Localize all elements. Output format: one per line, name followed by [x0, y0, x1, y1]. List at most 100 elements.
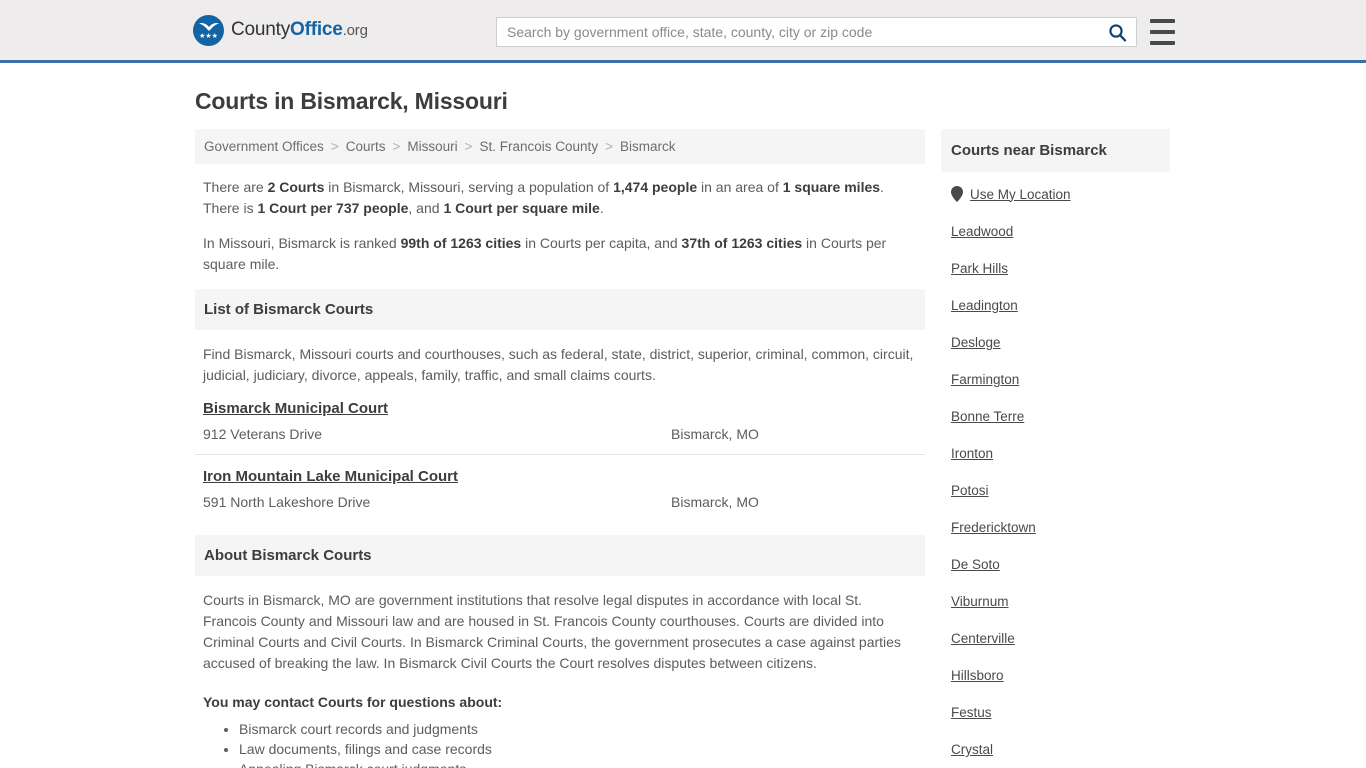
- rank-text-a: In Missouri, Bismarck is ranked: [203, 235, 401, 251]
- about-section-paragraph: Courts in Bismarck, MO are government in…: [203, 592, 901, 671]
- city-link[interactable]: Ironton: [951, 446, 993, 461]
- sidebar-item-park-hills[interactable]: Park Hills: [951, 261, 1160, 276]
- sidebar-item-de-soto[interactable]: De Soto: [951, 557, 1160, 572]
- city-link[interactable]: Potosi: [951, 483, 989, 498]
- city-link[interactable]: Bonne Terre: [951, 409, 1024, 424]
- sidebar-city-list: Use My Location Leadwood Park Hills Lead…: [941, 172, 1170, 768]
- hamburger-menu-button[interactable]: [1150, 19, 1175, 45]
- about-section-heading: About Bismarck Courts: [195, 535, 925, 576]
- court-details: 912 Veterans Drive Bismarck, MO: [203, 426, 917, 442]
- contact-lead-text: You may contact Courts for questions abo…: [203, 694, 503, 710]
- site-logo[interactable]: ★★★ CountyOffice.org: [193, 14, 368, 46]
- rank-per-capita: 99th of 1263 cities: [400, 235, 522, 251]
- list-section-body: Find Bismarck, Missouri courts and court…: [195, 330, 925, 386]
- court-name-link[interactable]: Bismarck Municipal Court: [203, 400, 388, 417]
- city-link[interactable]: De Soto: [951, 557, 1000, 572]
- stat-per-people: 1 Court per 737 people: [257, 200, 409, 216]
- list-item: Bismarck court records and judgments: [239, 719, 917, 739]
- search-button[interactable]: [1098, 18, 1136, 46]
- main-content: Government Offices > Courts > Missouri >…: [195, 129, 925, 768]
- city-link[interactable]: Viburnum: [951, 594, 1009, 609]
- rank-per-square-mile: 37th of 1263 cities: [681, 235, 803, 251]
- city-link[interactable]: Leadwood: [951, 224, 1013, 239]
- logo-text-office: Office: [290, 19, 343, 40]
- court-details: 591 North Lakeshore Drive Bismarck, MO: [203, 494, 917, 510]
- breadcrumb-separator: >: [330, 139, 339, 154]
- breadcrumb-item-st-francois-county[interactable]: St. Francois County: [480, 139, 599, 154]
- city-link[interactable]: Centerville: [951, 631, 1015, 646]
- county-office-logo-icon: ★★★: [193, 14, 224, 46]
- breadcrumb-item-courts[interactable]: Courts: [346, 139, 386, 154]
- sidebar-item-farmington[interactable]: Farmington: [951, 372, 1160, 387]
- logo-stars: ★★★: [199, 32, 218, 40]
- court-city: Bismarck, MO: [671, 494, 759, 510]
- list-item: Appealing Bismarck court judgments: [239, 759, 917, 768]
- search-icon: [1108, 23, 1126, 42]
- breadcrumb: Government Offices > Courts > Missouri >…: [195, 129, 925, 164]
- rank-text-c: in Courts per capita, and: [521, 235, 682, 251]
- court-list: Bismarck Municipal Court 912 Veterans Dr…: [195, 400, 925, 522]
- logo-text-county: County: [231, 19, 291, 40]
- logo-text-org: .org: [342, 22, 368, 39]
- sidebar-item-fredericktown[interactable]: Fredericktown: [951, 520, 1160, 535]
- breadcrumb-separator: >: [605, 139, 613, 154]
- sidebar-heading: Courts near Bismarck: [941, 129, 1170, 172]
- city-link[interactable]: Desloge: [951, 335, 1001, 350]
- page-title: Courts in Bismarck, Missouri: [195, 88, 508, 114]
- use-my-location-link[interactable]: Use My Location: [970, 187, 1071, 202]
- court-name-link[interactable]: Iron Mountain Lake Municipal Court: [203, 468, 458, 485]
- court-address: 912 Veterans Drive: [203, 426, 323, 442]
- city-link[interactable]: Crystal: [951, 742, 993, 757]
- sidebar: Courts near Bismarck Use My Location Lea…: [941, 129, 1170, 768]
- sidebar-item-crystal[interactable]: Crystal: [951, 742, 1160, 757]
- list-section-heading: List of Bismarck Courts: [195, 289, 925, 330]
- breadcrumb-separator: >: [464, 139, 473, 154]
- sidebar-item-leadwood[interactable]: Leadwood: [951, 224, 1160, 239]
- breadcrumb-separator: >: [392, 139, 401, 154]
- hamburger-menu-icon-bar-1: [1150, 19, 1175, 23]
- stat-courts-count: 2 Courts: [267, 179, 325, 195]
- sidebar-item-festus[interactable]: Festus: [951, 705, 1160, 720]
- court-address: 591 North Lakeshore Drive: [203, 494, 371, 510]
- search-box: [496, 17, 1137, 47]
- site-header: ★★★ CountyOffice.org: [0, 0, 1366, 63]
- city-link[interactable]: Leadington: [951, 298, 1018, 313]
- logo-wordmark: CountyOffice.org: [231, 19, 368, 41]
- list-item: Law documents, filings and case records: [239, 739, 917, 759]
- sidebar-item-hillsboro[interactable]: Hillsboro: [951, 668, 1160, 683]
- contact-topics-list: Bismarck court records and judgments Law…: [203, 719, 917, 768]
- statistics-block: There are 2 Courts in Bismarck, Missouri…: [195, 164, 925, 275]
- sidebar-item-potosi[interactable]: Potosi: [951, 483, 1160, 498]
- court-city: Bismarck, MO: [671, 426, 759, 442]
- city-link[interactable]: Festus: [951, 705, 992, 720]
- map-pin-icon: [951, 186, 963, 202]
- stat-text-g: .: [599, 200, 604, 216]
- sidebar-item-viburnum[interactable]: Viburnum: [951, 594, 1160, 609]
- sidebar-item-centerville[interactable]: Centerville: [951, 631, 1160, 646]
- statistics-paragraph-2: In Missouri, Bismarck is ranked 99th of …: [203, 233, 917, 275]
- stat-text-f: , and: [408, 200, 444, 216]
- breadcrumb-item-bismarck[interactable]: Bismarck: [620, 139, 676, 154]
- table-row: Iron Mountain Lake Municipal Court 591 N…: [195, 468, 925, 522]
- list-section-description: Find Bismarck, Missouri courts and court…: [203, 346, 914, 383]
- about-section-body: Courts in Bismarck, MO are government in…: [195, 576, 925, 768]
- sidebar-item-bonne-terre[interactable]: Bonne Terre: [951, 409, 1160, 424]
- sidebar-item-desloge[interactable]: Desloge: [951, 335, 1160, 350]
- hamburger-menu-icon-bar-2: [1150, 30, 1175, 34]
- hamburger-menu-icon-bar-3: [1150, 41, 1175, 45]
- stat-population: 1,474 people: [613, 179, 698, 195]
- stat-text-a: There are: [203, 179, 268, 195]
- city-link[interactable]: Fredericktown: [951, 520, 1036, 535]
- sidebar-item-use-my-location[interactable]: Use My Location: [951, 186, 1160, 202]
- stat-area: 1 square miles: [782, 179, 881, 195]
- city-link[interactable]: Park Hills: [951, 261, 1008, 276]
- stat-text-c: in Bismarck, Missouri, serving a populat…: [324, 179, 614, 195]
- sidebar-item-leadington[interactable]: Leadington: [951, 298, 1160, 313]
- city-link[interactable]: Hillsboro: [951, 668, 1004, 683]
- breadcrumb-item-missouri[interactable]: Missouri: [407, 139, 457, 154]
- table-row: Bismarck Municipal Court 912 Veterans Dr…: [195, 400, 925, 455]
- city-link[interactable]: Farmington: [951, 372, 1019, 387]
- breadcrumb-item-government-offices[interactable]: Government Offices: [204, 139, 324, 154]
- sidebar-item-ironton[interactable]: Ironton: [951, 446, 1160, 461]
- search-input[interactable]: [497, 18, 1098, 46]
